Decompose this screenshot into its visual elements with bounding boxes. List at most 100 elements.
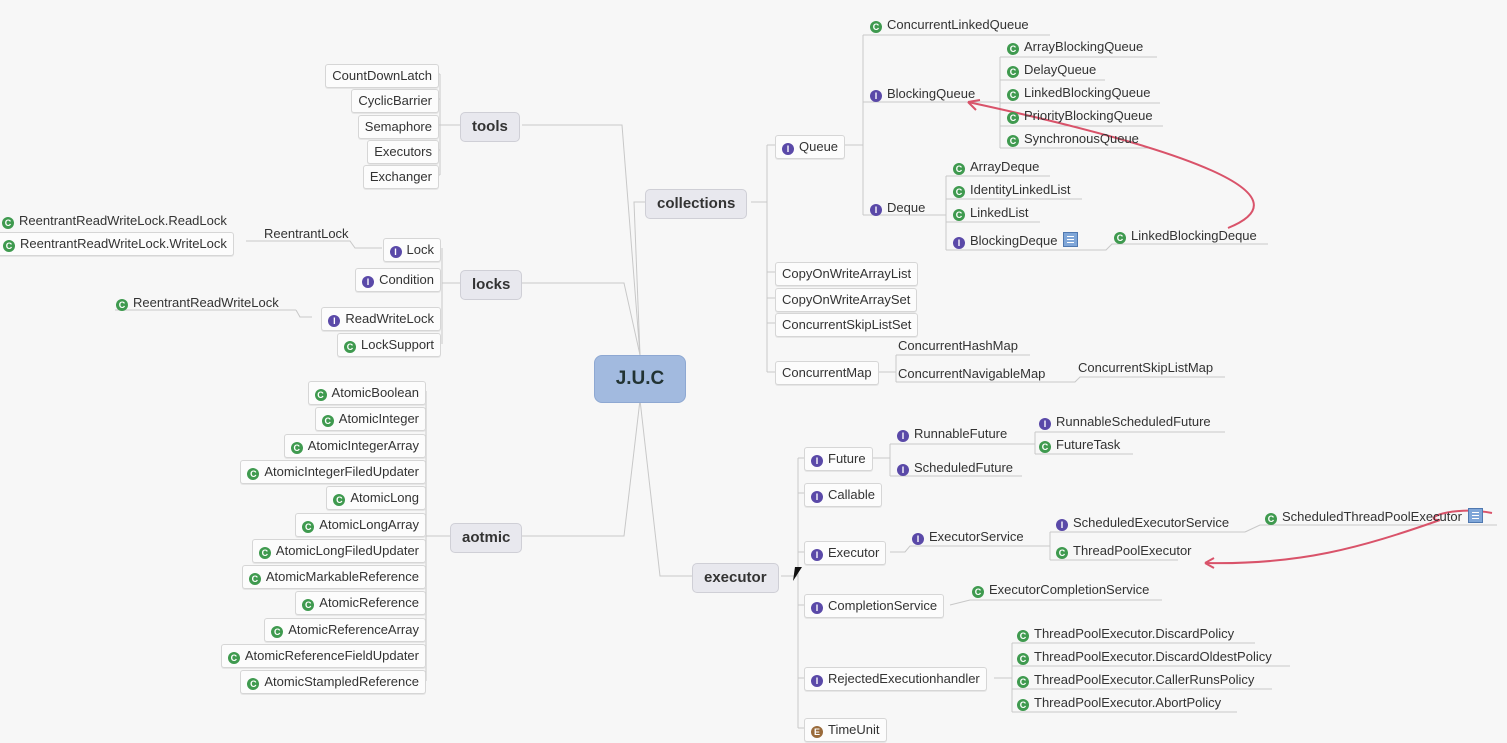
- executorservice-node[interactable]: I ExecutorService: [912, 528, 1024, 546]
- tools-item[interactable]: Semaphore: [357, 115, 439, 139]
- branch-locks[interactable]: locks: [460, 270, 523, 300]
- atomic-item[interactable]: C AtomicReference: [295, 591, 426, 616]
- atomic-item[interactable]: C AtomicIntegerFiledUpdater: [240, 459, 426, 484]
- collections-item[interactable]: CopyOnWriteArraySet: [775, 288, 918, 312]
- branch-collections[interactable]: collections: [645, 189, 748, 219]
- callable-node[interactable]: I Callable: [804, 483, 882, 507]
- note-icon[interactable]: [1063, 232, 1079, 247]
- atomic-item-label: AtomicMarkableReference: [265, 569, 419, 585]
- class-icon: C: [1017, 653, 1029, 665]
- branch-executor[interactable]: executor: [692, 563, 779, 593]
- concurrentlinkedqueue-node[interactable]: C ConcurrentLinkedQueue: [870, 16, 1029, 34]
- runnablefuture-node[interactable]: I RunnableFuture: [897, 425, 1007, 443]
- class-icon: C: [1039, 441, 1051, 453]
- class-icon: C: [953, 209, 965, 221]
- class-icon: C: [248, 573, 261, 586]
- reentrantlock-node[interactable]: ReentrantLock: [264, 225, 349, 243]
- readwritelock-node[interactable]: I ReadWriteLock: [321, 307, 441, 331]
- atomic-item[interactable]: C AtomicInteger: [314, 407, 426, 432]
- root-node[interactable]: J.U.C: [594, 355, 686, 403]
- locksupport-node[interactable]: C LockSupport: [337, 333, 441, 357]
- concurrentskiplistmap-node[interactable]: ConcurrentSkipListMap: [1078, 359, 1213, 377]
- interface-icon: I: [328, 315, 341, 327]
- atomic-item[interactable]: C AtomicBoolean: [307, 381, 426, 405]
- threadpoolexecutor-node[interactable]: C ThreadPoolExecutor: [1056, 542, 1192, 560]
- atomic-item-label: AtomicLongArray: [319, 516, 419, 532]
- lock-node[interactable]: I Lock: [382, 238, 441, 262]
- rejected-policy-item[interactable]: C ThreadPoolExecutor.DiscardPolicy: [1017, 625, 1234, 643]
- reentrantreadwritelock-node[interactable]: C ReentrantReadWriteLock: [116, 294, 279, 312]
- interface-icon: I: [389, 246, 402, 258]
- class-icon: C: [1007, 135, 1019, 147]
- concurrentlinkedqueue-label: ConcurrentLinkedQueue: [887, 17, 1029, 32]
- concurrenthashmap-node[interactable]: ConcurrentHashMap: [898, 337, 1018, 355]
- interface-icon: I: [811, 549, 823, 561]
- blockingqueue-item[interactable]: C SynchronousQueue: [1007, 130, 1139, 148]
- deque-node[interactable]: I Deque: [870, 199, 925, 217]
- blockingqueue-node[interactable]: I BlockingQueue: [870, 85, 975, 103]
- queue-node[interactable]: I Queue: [775, 135, 846, 159]
- atomic-item[interactable]: C AtomicReferenceArray: [264, 617, 426, 642]
- rejected-policy-item[interactable]: C ThreadPoolExecutor.CallerRunsPolicy: [1017, 671, 1254, 689]
- future-node[interactable]: I Future: [804, 447, 873, 471]
- blockingqueue-item[interactable]: C LinkedBlockingQueue: [1007, 84, 1150, 102]
- class-icon: C: [290, 441, 303, 454]
- atomic-item-label: AtomicBoolean: [331, 385, 419, 400]
- scheduledthreadpoolexecutor-node[interactable]: C ScheduledThreadPoolExecutor: [1265, 508, 1483, 526]
- writelock-label: ReentrantReadWriteLock.WriteLock: [20, 236, 227, 251]
- completionservice-node[interactable]: I CompletionService: [804, 594, 945, 618]
- scheduledexecutorservice-node[interactable]: I ScheduledExecutorService: [1056, 514, 1229, 532]
- tools-item[interactable]: CountDownLatch: [325, 64, 439, 88]
- atomic-item[interactable]: C AtomicMarkableReference: [241, 565, 426, 590]
- tools-item[interactable]: Executors: [367, 140, 439, 164]
- writelock-node[interactable]: C ReentrantReadWriteLock.WriteLock: [0, 232, 234, 256]
- atomic-item[interactable]: C AtomicStampledReference: [240, 670, 426, 695]
- atomic-item-label: AtomicReferenceArray: [288, 621, 419, 637]
- deque-item[interactable]: C LinkedList: [953, 204, 1029, 222]
- atomic-item[interactable]: C AtomicLongArray: [295, 512, 426, 537]
- interface-icon: I: [811, 602, 823, 614]
- blockingqueue-item[interactable]: C PriorityBlockingQueue: [1007, 107, 1153, 125]
- atomic-item[interactable]: C AtomicIntegerArray: [283, 433, 426, 458]
- collections-item[interactable]: CopyOnWriteArrayList: [775, 262, 919, 286]
- note-icon[interactable]: [1467, 508, 1483, 523]
- futuretask-node[interactable]: C FutureTask: [1039, 436, 1120, 454]
- executor-node[interactable]: I Executor: [804, 541, 887, 565]
- rejectedexecutionhandler-node[interactable]: I RejectedExecutionhandler: [804, 667, 987, 691]
- runnablescheduledfuture-node[interactable]: I RunnableScheduledFuture: [1039, 413, 1211, 431]
- readlock-node[interactable]: C ReentrantReadWriteLock.ReadLock: [2, 212, 227, 230]
- tools-item[interactable]: Exchanger: [362, 165, 439, 189]
- atomic-item[interactable]: C AtomicLong: [326, 486, 426, 511]
- deque-item[interactable]: C ArrayDeque: [953, 158, 1039, 176]
- atomic-item[interactable]: C AtomicReferenceFieldUpdater: [220, 644, 426, 668]
- interface-icon: I: [953, 237, 965, 249]
- deque-item[interactable]: C IdentityLinkedList: [953, 181, 1070, 199]
- branch-tools[interactable]: tools: [460, 112, 520, 142]
- interface-icon: I: [782, 143, 794, 155]
- atomic-item[interactable]: C AtomicLongFiledUpdater: [251, 538, 426, 563]
- class-icon: C: [271, 625, 284, 638]
- concurrentnavigablemap-node[interactable]: ConcurrentNavigableMap: [898, 365, 1045, 383]
- timeunit-node[interactable]: E TimeUnit: [804, 718, 887, 742]
- blockingdeque-node[interactable]: I BlockingDeque: [953, 232, 1079, 250]
- blockingqueue-item[interactable]: C DelayQueue: [1007, 61, 1096, 79]
- deque-label: Deque: [887, 200, 926, 215]
- collections-item[interactable]: ConcurrentSkipListSet: [775, 313, 919, 337]
- rejected-policy-item[interactable]: C ThreadPoolExecutor.DiscardOldestPolicy: [1017, 648, 1272, 666]
- tools-item[interactable]: CyclicBarrier: [351, 89, 439, 113]
- queue-label: Queue: [799, 139, 839, 154]
- class-icon: C: [1265, 513, 1277, 525]
- branch-aotmic[interactable]: aotmic: [450, 523, 523, 553]
- lock-label: Lock: [406, 242, 434, 257]
- class-icon: C: [1007, 66, 1019, 78]
- rejected-policy-item[interactable]: C ThreadPoolExecutor.AbortPolicy: [1017, 694, 1221, 712]
- class-icon: C: [247, 678, 260, 691]
- class-icon: C: [1007, 89, 1019, 101]
- condition-node[interactable]: I Condition: [355, 268, 441, 292]
- executorcompletionservice-node[interactable]: C ExecutorCompletionService: [972, 581, 1149, 599]
- scheduledfuture-node[interactable]: I ScheduledFuture: [897, 459, 1013, 477]
- concurrentmap-node[interactable]: ConcurrentMap: [775, 361, 879, 385]
- linkedblockingdeque-node[interactable]: C LinkedBlockingDeque: [1114, 227, 1257, 245]
- class-icon: C: [870, 21, 882, 33]
- blockingqueue-item[interactable]: C ArrayBlockingQueue: [1007, 38, 1143, 56]
